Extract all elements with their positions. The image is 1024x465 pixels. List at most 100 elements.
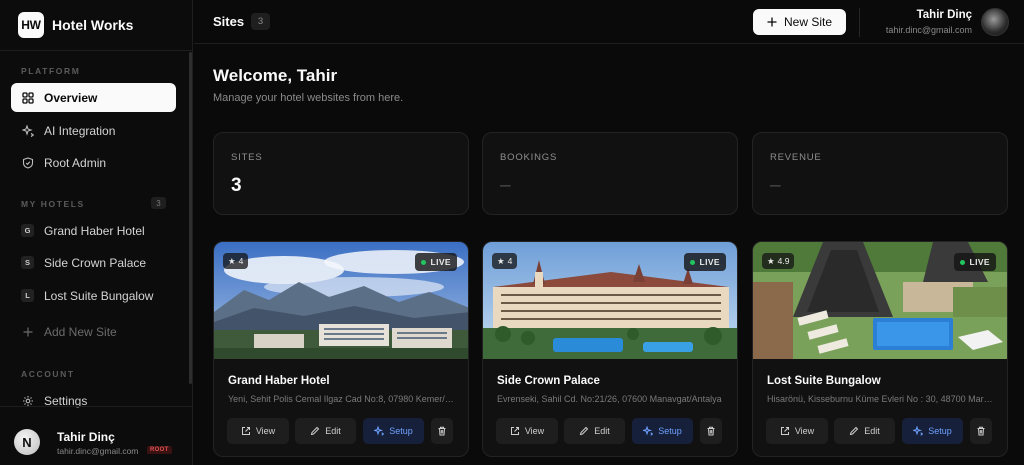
grid-icon: [21, 91, 34, 104]
view-button[interactable]: View: [496, 418, 558, 444]
star-icon: ★: [228, 255, 236, 266]
stat-card-sites: SITES 3: [213, 132, 469, 215]
status-label: LIVE: [430, 257, 451, 267]
stat-value: –: [500, 175, 511, 196]
status-badge: LIVE: [683, 253, 726, 271]
edit-label: Edit: [864, 426, 880, 436]
shield-icon: [21, 156, 34, 169]
status-label: LIVE: [969, 257, 990, 267]
edit-button[interactable]: Edit: [564, 418, 625, 444]
page-title: Sites: [213, 14, 245, 29]
rating-value: 4.9: [777, 256, 790, 266]
delete-button[interactable]: [431, 418, 453, 444]
sidebar: HW Hotel Works PLATFORM Overview AI Inte…: [0, 0, 193, 465]
pencil-icon: [850, 426, 859, 436]
sidebar-item-ai-integration[interactable]: AI Integration: [11, 116, 176, 145]
view-label: View: [794, 426, 815, 436]
sparkle-icon: [374, 426, 385, 436]
sparkle-icon: [643, 426, 654, 436]
status-badge: LIVE: [414, 253, 457, 271]
sidebar-item-lost-suite-bungalow[interactable]: L Lost Suite Bungalow: [11, 281, 176, 310]
sidebar-item-root-admin[interactable]: Root Admin: [11, 148, 176, 177]
edit-button[interactable]: Edit: [295, 418, 356, 444]
edit-button[interactable]: Edit: [834, 418, 895, 444]
stat-card-revenue: REVENUE –: [752, 132, 1008, 215]
header-avatar[interactable]: [981, 8, 1009, 36]
view-button[interactable]: View: [766, 418, 828, 444]
sidebar-item-label: Side Crown Palace: [44, 255, 147, 270]
setup-label: Setup: [389, 426, 413, 436]
sidebar-item-grand-haber-hotel[interactable]: G Grand Haber Hotel: [11, 216, 176, 245]
trash-icon: [707, 426, 715, 436]
sites-count-badge: 3: [251, 13, 270, 30]
stat-label: BOOKINGS: [500, 152, 558, 163]
sidebar-item-side-crown-palace[interactable]: S Side Crown Palace: [11, 248, 176, 277]
external-link-icon: [780, 427, 789, 435]
site-card-grand-haber-hotel[interactable]: ★ 4 LIVE Grand Haber Hotel Yeni, Sehit Po…: [213, 241, 469, 457]
plus-icon: [767, 17, 777, 27]
divider: [0, 50, 193, 51]
view-button[interactable]: View: [227, 418, 289, 444]
user-name: Tahir Dinç: [57, 430, 115, 444]
site-card-side-crown-palace[interactable]: ★ 4 LIVE Side Crown Palace Evrenseki, Sah…: [482, 241, 738, 457]
brand-name: Hotel Works: [52, 17, 134, 33]
pencil-icon: [580, 426, 589, 436]
welcome-subtitle: Manage your hotel websites from here.: [213, 92, 404, 104]
view-label: View: [524, 426, 545, 436]
hotel-initial-badge: G: [21, 224, 34, 237]
sidebar-scrollbar[interactable]: [189, 52, 192, 384]
rating-value: 4: [507, 256, 513, 266]
stat-value: –: [770, 175, 781, 196]
site-address: Hisarönü, Kisseburnu Küme Evleri No : 30…: [767, 394, 997, 404]
edit-label: Edit: [594, 426, 610, 436]
external-link-icon: [510, 427, 519, 435]
sidebar-item-label: Add New Site: [44, 324, 117, 339]
star-icon: ★: [497, 255, 505, 266]
setup-label: Setup: [658, 426, 682, 436]
site-address: Yeni, Sehit Polis Cemal Ilgaz Cad No:8, …: [228, 394, 458, 404]
star-icon: ★: [767, 255, 775, 266]
setup-label: Setup: [928, 426, 952, 436]
stat-label: REVENUE: [770, 152, 822, 163]
section-platform-label: PLATFORM: [21, 66, 81, 76]
role-badge: ROOT: [147, 446, 172, 454]
setup-button[interactable]: Setup: [902, 418, 963, 444]
section-account-label: ACCOUNT: [21, 369, 75, 379]
live-dot-icon: [420, 259, 426, 265]
setup-button[interactable]: Setup: [632, 418, 693, 444]
sidebar-user[interactable]: N Tahir Dinç tahir.dinc@gmail.com ROOT: [0, 406, 193, 465]
pencil-icon: [311, 426, 320, 436]
site-name: Lost Suite Bungalow: [767, 375, 881, 387]
site-name: Side Crown Palace: [497, 375, 600, 387]
sidebar-item-label: Root Admin: [44, 155, 107, 170]
divider: [859, 8, 860, 37]
site-name: Grand Haber Hotel: [228, 375, 330, 387]
add-new-site-link[interactable]: Add New Site: [11, 317, 176, 346]
hotel-initial-badge: S: [21, 256, 34, 269]
setup-button[interactable]: Setup: [363, 418, 424, 444]
edit-label: Edit: [325, 426, 341, 436]
site-card-lost-suite-bungalow[interactable]: ★ 4.9 LIVE Lost Suite Bungalow Hisarönü, …: [752, 241, 1008, 457]
sidebar-item-overview[interactable]: Overview: [11, 83, 176, 112]
delete-button[interactable]: [970, 418, 992, 444]
live-dot-icon: [959, 259, 965, 265]
header-user-email: tahir.dinc@gmail.com: [885, 25, 972, 35]
trash-icon: [438, 426, 446, 436]
sparkle-icon: [21, 124, 34, 137]
hotels-count-badge: 3: [151, 197, 166, 209]
plus-icon: [21, 325, 34, 338]
brand-logo: HW: [18, 12, 44, 38]
user-email: tahir.dinc@gmail.com: [57, 446, 139, 456]
delete-button[interactable]: [700, 418, 722, 444]
sidebar-item-label: Lost Suite Bungalow: [44, 288, 154, 303]
sidebar-item-label: Overview: [44, 90, 98, 105]
brand[interactable]: HW Hotel Works: [18, 12, 133, 38]
header-user-name: Tahir Dinç: [916, 9, 972, 21]
avatar: N: [14, 429, 40, 455]
new-site-button[interactable]: New Site: [753, 9, 846, 35]
sidebar-item-label: AI Integration: [44, 123, 116, 138]
trash-icon: [977, 426, 985, 436]
sidebar-item-label: Grand Haber Hotel: [44, 223, 145, 238]
rating-badge: ★ 4.9: [762, 253, 795, 269]
welcome-heading: Welcome, Tahir: [213, 66, 338, 85]
